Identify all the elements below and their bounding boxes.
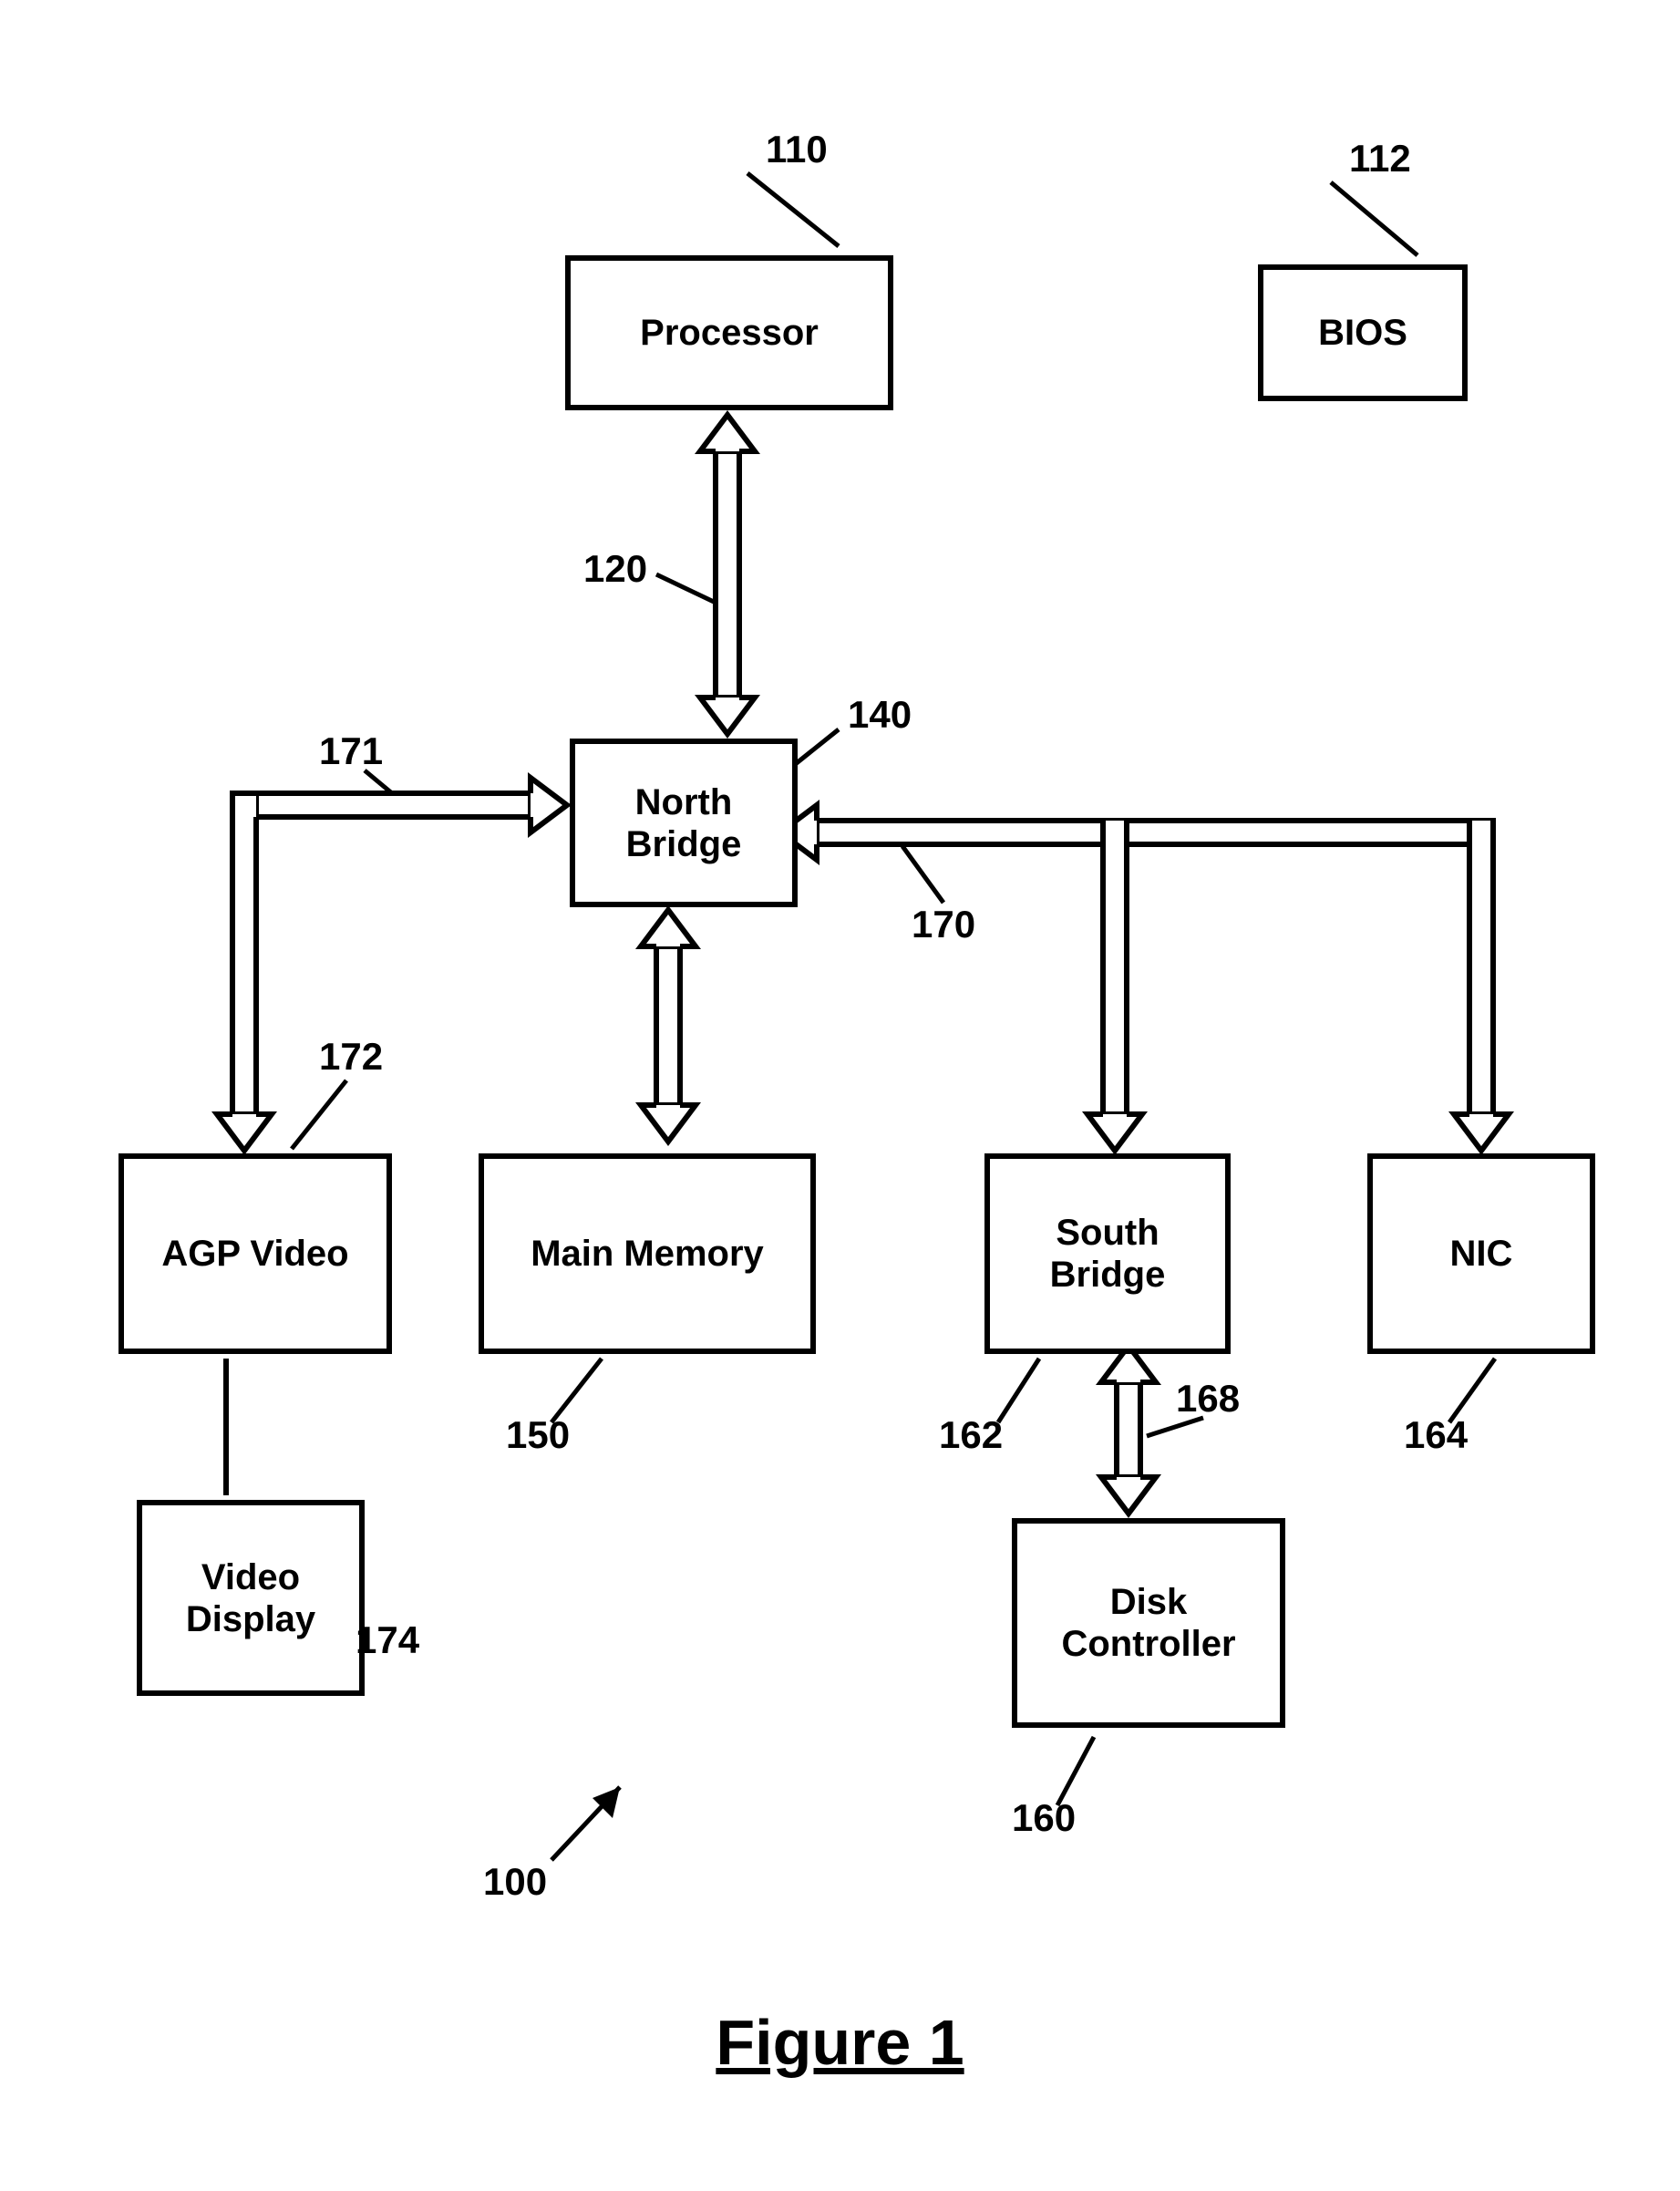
main-memory-box: Main Memory xyxy=(479,1153,816,1354)
nic-box: NIC xyxy=(1367,1153,1595,1354)
ref-112: 112 xyxy=(1349,137,1411,181)
agp-video-box: AGP Video xyxy=(119,1153,392,1354)
processor-box: Processor xyxy=(565,255,893,410)
ref-150: 150 xyxy=(506,1413,570,1457)
disk-controller-box: Disk Controller xyxy=(1012,1518,1285,1728)
ref-100: 100 xyxy=(483,1860,547,1904)
ref-162: 162 xyxy=(939,1413,1003,1457)
video-display-box: Video Display xyxy=(137,1500,365,1696)
north-bridge-box: North Bridge xyxy=(570,739,798,907)
south-bridge-box: South Bridge xyxy=(984,1153,1231,1354)
ref-164: 164 xyxy=(1404,1413,1468,1457)
figure-label: Figure 1 xyxy=(716,2006,964,2079)
ref-172: 172 xyxy=(319,1035,383,1079)
ref-171: 171 xyxy=(319,729,383,773)
ref-160: 160 xyxy=(1012,1796,1076,1840)
diagram-canvas: Processor BIOS North Bridge AGP Video Ma… xyxy=(0,0,1680,2191)
ref-170: 170 xyxy=(912,903,975,946)
bios-box: BIOS xyxy=(1258,264,1468,401)
ref-110: 110 xyxy=(766,128,828,171)
ref-168: 168 xyxy=(1176,1377,1240,1421)
ref-120: 120 xyxy=(583,547,647,591)
ref-174: 174 xyxy=(356,1618,419,1662)
ref-140: 140 xyxy=(848,693,912,737)
